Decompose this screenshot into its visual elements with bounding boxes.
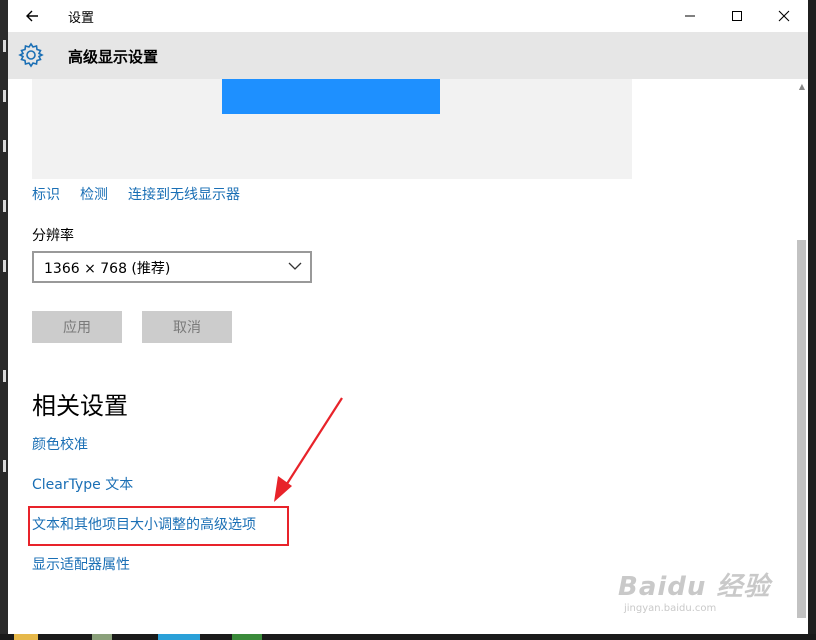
- display-preview: [32, 79, 632, 179]
- watermark-logo: Baidu 经验: [618, 572, 771, 602]
- page-title: 高级显示设置: [68, 48, 159, 66]
- cancel-button[interactable]: 取消: [142, 311, 232, 343]
- resolution-label: 分辨率: [32, 228, 74, 244]
- close-button[interactable]: [761, 0, 807, 32]
- back-button[interactable]: [20, 4, 44, 28]
- watermark-url: jingyan.baidu.com: [624, 603, 717, 614]
- connect-wireless-link[interactable]: 连接到无线显示器: [128, 184, 240, 204]
- back-arrow-icon: [26, 10, 38, 22]
- color-calibration-link[interactable]: 颜色校准: [32, 434, 88, 454]
- adapter-properties-link[interactable]: 显示适配器属性: [32, 554, 130, 574]
- scroll-up-icon[interactable]: ▲: [799, 82, 805, 91]
- desktop-right-edge: [808, 0, 816, 640]
- taskbar: [0, 634, 816, 640]
- maximize-icon: [732, 11, 742, 21]
- settings-window: 设置 高级显示设置 标识 检测 连接到无线显示器 分辨率 1366 × 768 …: [8, 0, 808, 634]
- resolution-value: 1366 × 768 (推荐): [44, 261, 171, 277]
- identify-link[interactable]: 标识: [32, 184, 60, 204]
- display-actions: 标识 检测 连接到无线显示器: [32, 184, 240, 204]
- page-header: 高级显示设置: [8, 32, 808, 79]
- chevron-down-icon: [288, 262, 302, 270]
- related-settings-heading: 相关设置: [32, 392, 128, 420]
- title-bar: 设置: [8, 0, 808, 32]
- watermark: Baidu 经验 jingyan.baidu.com: [618, 566, 770, 614]
- maximize-button[interactable]: [714, 0, 760, 32]
- close-icon: [778, 10, 790, 22]
- window-title: 设置: [68, 11, 95, 26]
- desktop-left-edge: [0, 0, 8, 640]
- gear-icon: [18, 42, 44, 68]
- resolution-dropdown[interactable]: 1366 × 768 (推荐): [32, 251, 312, 283]
- scrollbar-thumb[interactable]: [797, 240, 806, 618]
- cleartype-text-link[interactable]: ClearType 文本: [32, 474, 133, 494]
- minimize-button[interactable]: [667, 0, 713, 32]
- highlight-annotation-box: [28, 506, 289, 546]
- apply-button[interactable]: 应用: [32, 311, 122, 343]
- detect-link[interactable]: 检测: [80, 184, 108, 204]
- monitor-tile[interactable]: [222, 79, 440, 114]
- minimize-icon: [685, 15, 695, 17]
